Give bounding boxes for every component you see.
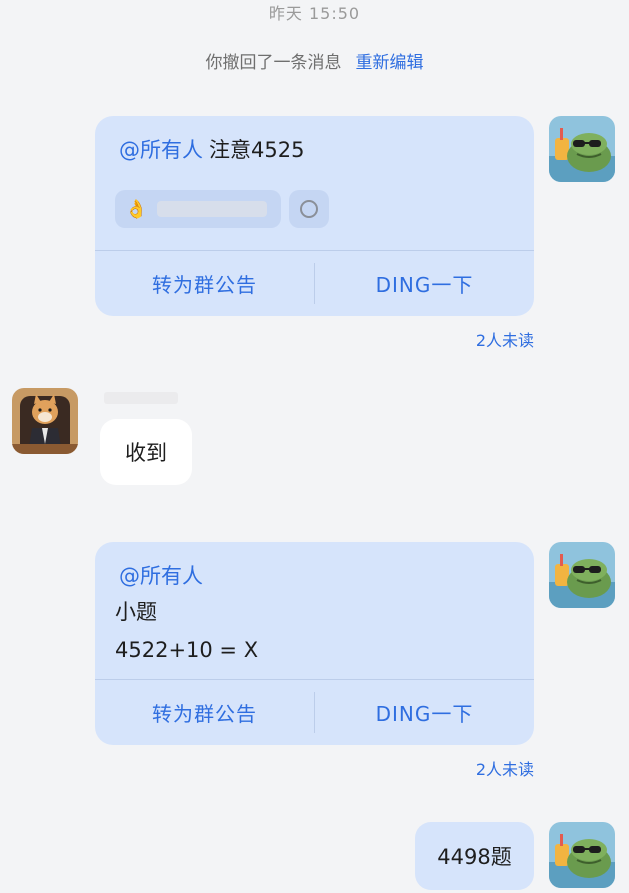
unread-count-1[interactable]: 2人未读 [380, 327, 534, 351]
mention-all[interactable]: @所有人 [119, 138, 203, 162]
blurred-names [157, 201, 268, 217]
frog-sunglasses-avatar-icon [549, 542, 615, 608]
shiba-suit-avatar-icon [12, 388, 78, 454]
convert-to-announcement-button[interactable]: 转为群公告 [95, 251, 314, 316]
card-1-actions: 转为群公告 DING一下 [95, 250, 534, 316]
unread-count-2[interactable]: 2人未读 [380, 756, 534, 780]
self-avatar[interactable] [549, 116, 615, 182]
add-reaction-icon [300, 200, 318, 218]
convert-to-announcement-button[interactable]: 转为群公告 [95, 680, 314, 745]
card-1-content: @所有人 注意4525 [119, 132, 304, 168]
announcement-card-1[interactable]: @所有人 注意4525 👌 转为群公告 DING一下 [95, 116, 534, 316]
self-avatar[interactable] [549, 822, 615, 888]
announcement-card-2[interactable]: @所有人 小题 4522+10 = X 转为群公告 DING一下 [95, 542, 534, 745]
self-text-bubble[interactable]: 4498题 [415, 822, 534, 890]
ding-button[interactable]: DING一下 [315, 251, 534, 316]
recall-notice: 你撤回了一条消息 重新编辑 [0, 48, 629, 74]
card-2-mention-line: @所有人 [119, 558, 203, 594]
card-2-line-1: 小题 [115, 600, 157, 624]
ok-hand-emoji: 👌 [125, 198, 148, 220]
sender-name-blurred [104, 392, 178, 404]
reaction-more[interactable] [289, 190, 329, 228]
mention-all[interactable]: @所有人 [119, 564, 203, 588]
ding-button[interactable]: DING一下 [315, 680, 534, 745]
reply-text: 收到 [125, 441, 167, 465]
frog-sunglasses-avatar-icon [549, 822, 615, 888]
message-timestamp: 昨天 15:50 [268, 4, 361, 23]
recall-text: 你撤回了一条消息 [205, 53, 342, 73]
card-2-line-2: 4522+10 = X [115, 638, 259, 662]
frog-sunglasses-avatar-icon [549, 116, 615, 182]
card-1-text: 注意4525 [209, 138, 305, 162]
reply-bubble[interactable]: 收到 [100, 419, 192, 485]
card-2-actions: 转为群公告 DING一下 [95, 679, 534, 745]
read-receipt-reaction[interactable]: 👌 [115, 190, 281, 228]
self-avatar[interactable] [549, 542, 615, 608]
self-text: 4498题 [437, 845, 512, 869]
sender-avatar[interactable] [12, 388, 78, 454]
re-edit-link[interactable]: 重新编辑 [356, 53, 424, 73]
